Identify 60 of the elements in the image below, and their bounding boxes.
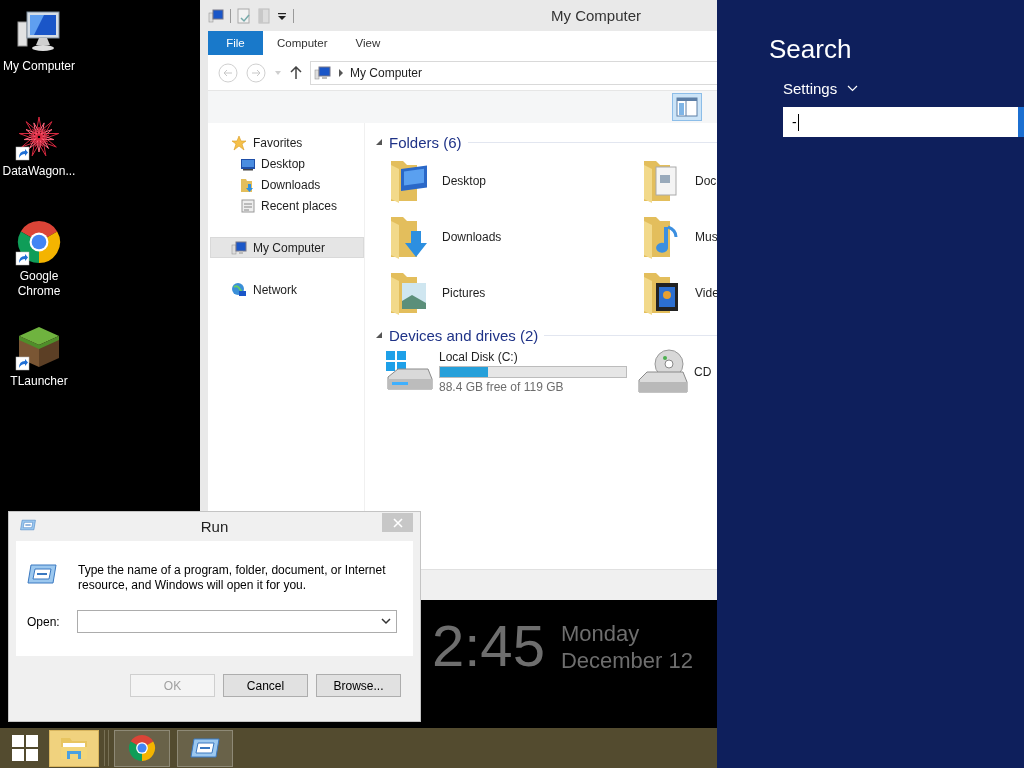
desktop-icon-label[interactable]: My Computer bbox=[1, 59, 77, 74]
disc-drive-icon bbox=[637, 348, 689, 396]
run-icon bbox=[27, 563, 57, 585]
desktop-icon-label[interactable]: Google Chrome bbox=[1, 269, 77, 299]
chevron-icon[interactable] bbox=[338, 68, 344, 77]
window-title: My Computer bbox=[550, 7, 642, 24]
date-text: December 12 bbox=[560, 647, 693, 674]
dialog-button[interactable]: Browse... bbox=[316, 674, 401, 697]
ribbon-tab[interactable]: Computer bbox=[263, 31, 342, 55]
ribbon-tab[interactable]: View bbox=[341, 31, 395, 55]
folder-icon bbox=[240, 176, 256, 193]
nav-item[interactable]: Downloads bbox=[210, 174, 364, 195]
nav-item[interactable]: Network bbox=[210, 279, 364, 300]
dialog-message: Type the name of a program, folder, document, or Internet resource, and Windows will open it for you. bbox=[78, 563, 387, 593]
search-field[interactable]: - bbox=[783, 107, 1018, 137]
preview-pane-button[interactable] bbox=[672, 93, 702, 121]
folder-name[interactable]: Desktop bbox=[442, 174, 487, 188]
disk-space-text: 88.4 GB free of 119 GB bbox=[439, 380, 565, 394]
computer-icon bbox=[314, 64, 332, 81]
close-icon bbox=[392, 517, 403, 528]
computer-icon bbox=[231, 239, 247, 256]
group-header: Devices and drives (2) bbox=[389, 326, 539, 344]
field-label: Open: bbox=[27, 614, 60, 629]
nav-item[interactable]: Favorites bbox=[210, 132, 364, 153]
pane-title: Search bbox=[769, 33, 853, 65]
drive-name[interactable]: Local Disk (C:) bbox=[439, 350, 627, 364]
clock-time: 2:45 bbox=[432, 616, 545, 676]
folder-name[interactable]: Downloads bbox=[442, 230, 502, 244]
breadcrumb-item[interactable]: My Computer bbox=[350, 65, 423, 80]
group-header: Folders (6) bbox=[389, 133, 462, 151]
dropdown-icon[interactable] bbox=[380, 618, 391, 625]
folder-name[interactable]: Pictures bbox=[442, 286, 486, 300]
run-icon bbox=[190, 737, 220, 759]
collapse-triangle-icon[interactable] bbox=[375, 137, 383, 147]
browser-icon bbox=[128, 734, 156, 762]
dropdown-icon[interactable] bbox=[277, 10, 287, 21]
address-field[interactable]: My Computer bbox=[310, 60, 717, 85]
folder-name[interactable]: Mus bbox=[695, 230, 717, 244]
caret-icon bbox=[847, 85, 859, 92]
run-icon bbox=[20, 519, 36, 531]
scope-dropdown[interactable]: Settings bbox=[783, 80, 859, 97]
star-icon bbox=[231, 134, 247, 151]
up-button[interactable] bbox=[290, 65, 302, 80]
browser-icon[interactable] bbox=[15, 218, 63, 266]
drive-name[interactable]: CD bbox=[694, 365, 712, 379]
dialog-title: Run bbox=[199, 518, 230, 535]
taskbar-button[interactable] bbox=[49, 729, 99, 767]
nav-item[interactable]: Recent places bbox=[210, 195, 364, 216]
globe-icon bbox=[231, 281, 247, 298]
nav-item[interactable]: My Computer bbox=[210, 237, 364, 258]
folder-name[interactable]: Doc bbox=[695, 174, 717, 188]
desktop-icon-label[interactable]: DataWagon... bbox=[1, 164, 77, 179]
dialog-button[interactable]: Cancel bbox=[223, 674, 308, 697]
day-text: Monday bbox=[560, 620, 641, 647]
collapse-triangle-icon[interactable] bbox=[375, 330, 383, 340]
nav-item[interactable]: Desktop bbox=[210, 153, 364, 174]
folder-icon bbox=[59, 735, 89, 761]
ribbon-tab[interactable]: File bbox=[208, 31, 263, 55]
document-icon bbox=[240, 197, 256, 214]
desktop-icon-label[interactable]: TLauncher bbox=[1, 374, 77, 389]
